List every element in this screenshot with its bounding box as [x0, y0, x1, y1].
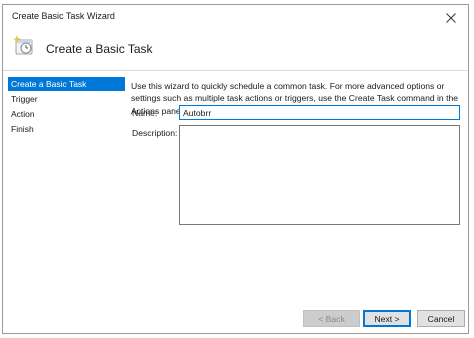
- header-divider: [3, 70, 468, 71]
- nav-item-trigger[interactable]: Trigger: [8, 92, 125, 106]
- description-label: Description:: [132, 128, 178, 138]
- name-field[interactable]: [179, 105, 460, 120]
- nav-item-create-basic-task[interactable]: Create a Basic Task: [8, 77, 125, 91]
- cancel-button[interactable]: Cancel: [417, 310, 465, 327]
- nav-item-finish[interactable]: Finish: [8, 122, 125, 136]
- wizard-steps-nav: Create a Basic Task Trigger Action Finis…: [8, 77, 125, 137]
- title-bar[interactable]: Create Basic Task Wizard: [3, 5, 468, 30]
- window-title: Create Basic Task Wizard: [12, 11, 115, 21]
- back-button[interactable]: < Back: [303, 310, 360, 327]
- close-icon: [446, 12, 456, 23]
- description-field[interactable]: [179, 125, 460, 225]
- task-scheduler-wizard-icon: [13, 35, 33, 55]
- wizard-header: Create a Basic Task: [3, 30, 468, 70]
- name-label: Name:: [132, 108, 158, 118]
- wizard-header-title: Create a Basic Task: [46, 42, 153, 56]
- next-button[interactable]: Next >: [363, 310, 411, 327]
- nav-item-action[interactable]: Action: [8, 107, 125, 121]
- wizard-window: Create Basic Task Wizard Create a Basic …: [2, 4, 469, 334]
- close-button[interactable]: [434, 5, 468, 30]
